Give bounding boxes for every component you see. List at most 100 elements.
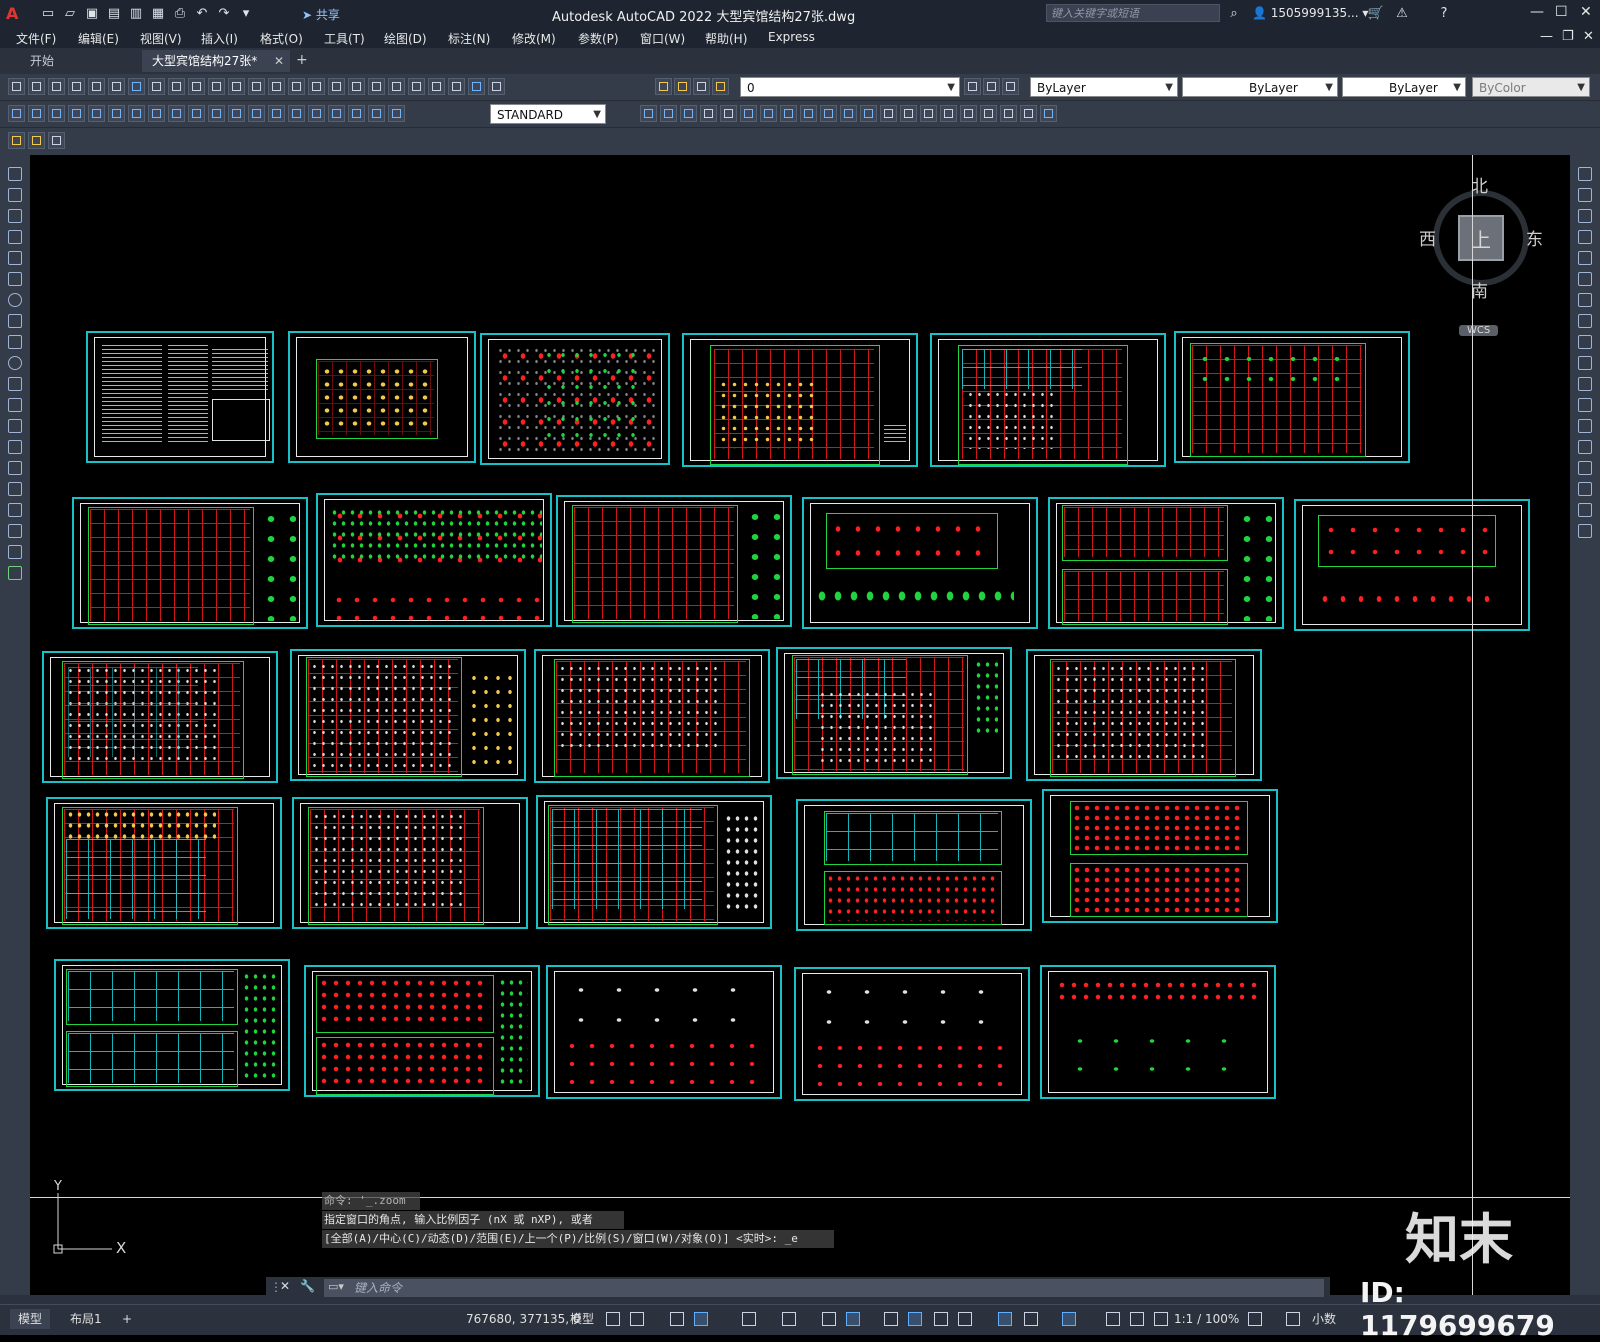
cone-icon[interactable] <box>780 105 797 122</box>
radius-dim-icon[interactable] <box>88 105 105 122</box>
lineweight-icon[interactable] <box>884 1312 898 1326</box>
point-icon[interactable] <box>8 440 22 454</box>
line-icon[interactable] <box>8 167 22 181</box>
jogged-icon[interactable] <box>108 105 125 122</box>
drawing-sheet[interactable] <box>292 797 528 929</box>
minimize-button[interactable]: — <box>1530 4 1544 20</box>
layer-lock-icon[interactable] <box>712 78 729 95</box>
linetype-dropdown[interactable]: ByLayer ▼ <box>1182 77 1338 97</box>
align-icon[interactable] <box>700 105 717 122</box>
compass-west[interactable]: 西 <box>1419 225 1436 250</box>
copy-object-icon[interactable] <box>720 105 737 122</box>
arc-icon[interactable] <box>8 272 22 286</box>
units-value[interactable]: 小数 <box>1312 1309 1336 1329</box>
wcs-menu-button[interactable]: WCS <box>1459 325 1499 336</box>
save-as-icon[interactable]: ▤ <box>106 5 122 21</box>
sweep-icon[interactable] <box>920 105 937 122</box>
annotation-scale-icon[interactable] <box>1154 1312 1168 1326</box>
tolerance-icon[interactable] <box>268 105 285 122</box>
layer-viewport-icon[interactable] <box>693 78 710 95</box>
dimstyle-dropdown[interactable]: STANDARD ▼ <box>490 104 606 124</box>
revolve-icon[interactable] <box>900 105 917 122</box>
drawing-sheet[interactable] <box>42 651 278 783</box>
attribute-icon[interactable] <box>48 132 65 149</box>
drawing-sheet[interactable] <box>46 797 282 929</box>
pan-icon[interactable] <box>268 78 285 95</box>
undo-icon[interactable]: ↶ <box>194 5 210 21</box>
annotation-scale-value[interactable]: 1:1 / 100% <box>1174 1309 1239 1329</box>
join-icon[interactable] <box>1578 440 1592 454</box>
maximize-button[interactable]: ☐ <box>1555 4 1568 20</box>
autocad-logo-button[interactable]: A <box>6 4 18 23</box>
region-icon[interactable] <box>8 503 22 517</box>
match-properties-icon[interactable] <box>208 78 225 95</box>
dim-update-icon[interactable] <box>388 105 405 122</box>
menu-express[interactable]: Express <box>768 30 815 44</box>
connect-icon[interactable]: ⚠ <box>1394 5 1410 21</box>
3d-osnap-icon[interactable] <box>958 1312 972 1326</box>
menu-insert[interactable]: 插入(I) <box>201 30 238 47</box>
make-block-icon[interactable] <box>8 419 22 433</box>
annotation-monitor-icon[interactable] <box>1286 1312 1300 1326</box>
array-icon[interactable] <box>1578 251 1592 265</box>
paste-icon[interactable] <box>188 78 205 95</box>
plot-preview-icon[interactable]: ▦ <box>150 5 166 21</box>
tab-start[interactable]: 开始 <box>20 50 140 72</box>
model-tab[interactable]: 模型 <box>10 1309 51 1329</box>
drawing-sheet[interactable] <box>1040 965 1276 1099</box>
layer-dropdown[interactable]: 0 ▼ <box>740 77 960 97</box>
selection-filter-icon[interactable] <box>1024 1312 1038 1326</box>
drawing-canvas[interactable]: 上 北 南 东 西 WCS Y X <box>30 155 1570 1295</box>
drawing-sheet[interactable] <box>1294 499 1530 631</box>
auto-scale-icon[interactable] <box>1130 1312 1144 1326</box>
drawing-sheet[interactable] <box>304 965 540 1097</box>
dim-text-edit-icon[interactable] <box>368 105 385 122</box>
new-file-icon[interactable]: ▭ <box>40 5 56 21</box>
menu-parametric[interactable]: 参数(P) <box>578 30 619 47</box>
cylinder-icon[interactable] <box>820 105 837 122</box>
polygon-icon[interactable] <box>8 230 22 244</box>
color-dropdown[interactable]: ByLayer ▼ <box>1030 77 1178 97</box>
3d-print-icon[interactable] <box>128 78 145 95</box>
break-icon[interactable] <box>248 105 265 122</box>
break-modify-icon[interactable] <box>1578 419 1592 433</box>
layer-freeze-icon[interactable] <box>674 78 691 95</box>
drawing-sheet[interactable] <box>288 331 476 463</box>
gizmo-icon[interactable] <box>1062 1312 1076 1326</box>
polar-icon[interactable] <box>742 1312 756 1326</box>
cart-icon[interactable]: 🛒 <box>1368 5 1384 21</box>
object-snap-icon[interactable] <box>846 1312 860 1326</box>
baseline-icon[interactable] <box>188 105 205 122</box>
arc-length-icon[interactable] <box>48 105 65 122</box>
spline-icon[interactable] <box>8 335 22 349</box>
design-center-icon[interactable] <box>368 78 385 95</box>
properties-icon[interactable] <box>348 78 365 95</box>
explode-icon[interactable] <box>1578 524 1592 538</box>
circle-icon[interactable] <box>8 293 22 307</box>
copy-modify-icon[interactable] <box>1578 188 1592 202</box>
search-icon[interactable]: ⌕ <box>1226 5 1242 21</box>
menu-modify[interactable]: 修改(M) <box>512 30 556 47</box>
preview-icon[interactable] <box>88 78 105 95</box>
continue-icon[interactable] <box>208 105 225 122</box>
block-insert-icon[interactable] <box>28 132 45 149</box>
view-left-icon[interactable] <box>680 105 697 122</box>
fillet-icon[interactable] <box>1578 482 1592 496</box>
polyline-icon[interactable] <box>8 209 22 223</box>
workspace-gear-icon[interactable] <box>1248 1312 1262 1326</box>
redo-icon[interactable]: ↷ <box>216 5 232 21</box>
annotation-visibility-icon[interactable] <box>1106 1312 1120 1326</box>
inspect-icon[interactable] <box>308 105 325 122</box>
doc-restore-button[interactable]: ❐ <box>1562 29 1574 44</box>
block-edit-icon[interactable] <box>8 132 25 149</box>
isodraft-icon[interactable] <box>782 1312 796 1326</box>
ortho-icon[interactable] <box>694 1312 708 1326</box>
ordinate-icon[interactable] <box>68 105 85 122</box>
cut-icon[interactable] <box>148 78 165 95</box>
dynamic-ucs-icon[interactable] <box>998 1312 1012 1326</box>
offset-icon[interactable] <box>1578 230 1592 244</box>
chamfer-icon[interactable] <box>1578 461 1592 475</box>
drawing-sheet[interactable] <box>802 497 1038 629</box>
save-toolbar-icon[interactable] <box>48 78 65 95</box>
viewcube[interactable]: 上 北 南 东 西 WCS <box>1419 160 1543 336</box>
